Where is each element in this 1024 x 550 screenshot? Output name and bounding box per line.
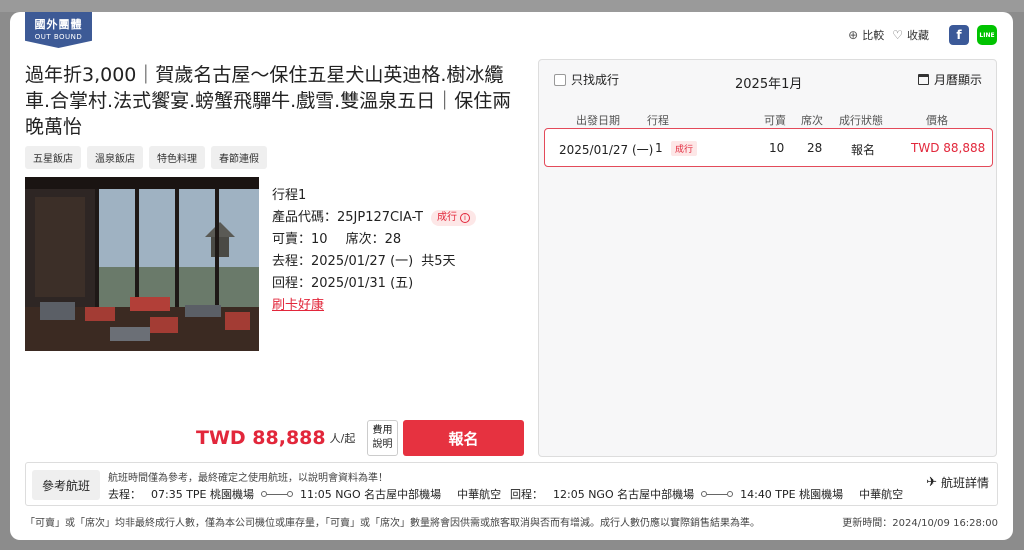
top-actions: ⊕ 比較 ♡ 收藏 f LINE <box>848 25 997 45</box>
seats-value: 28 <box>384 232 402 247</box>
col-date: 出發日期 <box>576 114 620 127</box>
row-signup[interactable]: 報名 <box>851 141 875 158</box>
depart-row: 去程： 2025/01/27 (一) 共5天 <box>272 251 476 273</box>
product-photo <box>25 177 259 351</box>
product-title: 過年折3,000｜賀歲名古屋～保住五星犬山英迪格.樹冰纜車.合掌村.法式饗宴.螃… <box>25 64 512 138</box>
col-itinerary: 行程 <box>647 114 669 127</box>
signup-button[interactable]: 報名 <box>403 420 524 456</box>
availability-row: 可賣： 10 席次： 28 <box>272 229 476 251</box>
table-row[interactable]: 2025/01/27 (一) 1 成行 10 28 報名 TWD 88,888 <box>544 128 993 167</box>
card-promo-link[interactable]: 刷卡好康 <box>272 295 324 317</box>
product-info: 行程1 產品代碼： 25JP127CIA-T 成行 i 可賣： 10 席次： 2… <box>272 185 477 317</box>
flight-detail-button[interactable]: ✈ 航班詳情 <box>926 474 989 491</box>
departure-panel: 只找成行 2025年1月 月曆顯示 出發日期 行程 可賣 席次 成行狀態 價格 … <box>538 59 997 457</box>
status-badge[interactable]: 成行 i <box>431 210 477 226</box>
tag-item: 溫泉飯店 <box>87 146 143 169</box>
tag-item: 五星飯店 <box>25 146 81 169</box>
hotel-lounge-image <box>25 177 259 351</box>
compare-label: 比較 <box>862 29 885 42</box>
outbound-label: 去程： <box>108 488 141 501</box>
status-text: 成行 <box>437 212 458 223</box>
fee-info-label-1: 費用 <box>372 425 393 436</box>
row-available: 10 <box>769 141 785 155</box>
departure-panel-header: 只找成行 2025年1月 月曆顯示 <box>539 60 996 96</box>
favorite-label: 收藏 <box>907 29 929 42</box>
code-row: 產品代碼： 25JP127CIA-T 成行 i <box>272 207 477 229</box>
outbound-badge: 國外團體 OUT BOUND <box>25 12 92 48</box>
row-itinerary: 1 <box>655 141 663 155</box>
fee-info-button[interactable]: 費用 說明 <box>367 420 398 456</box>
row-price: TWD 88,888 <box>911 141 986 155</box>
product-code: 25JP127CIA-T <box>337 210 424 225</box>
only-confirmed-filter[interactable]: 只找成行 <box>554 71 619 88</box>
only-confirmed-label: 只找成行 <box>571 73 620 87</box>
return-label: 回程： <box>510 488 543 501</box>
tag-item: 特色料理 <box>149 146 205 169</box>
flight-detail-label: 航班詳情 <box>940 476 989 490</box>
feature-tags: 五星飯店 溫泉飯店 特色料理 春節連假 <box>25 146 267 169</box>
compare-button[interactable]: ⊕ 比較 <box>848 27 884 43</box>
return-flight: 回程： 12:05 NGO 名古屋中部機場 14:40 TPE 桃園機場 中華航… <box>510 486 903 502</box>
airplane-icon: ✈ <box>926 475 937 490</box>
flight-info: 參考航班 航班時間僅為參考，最終確定之使用航班，以說明會資料為準！ 去程： 07… <box>25 462 998 506</box>
itinerary-label: 行程1 <box>272 188 307 203</box>
flight-note: 航班時間僅為參考，最終確定之使用航班，以說明會資料為準！ <box>108 473 388 484</box>
product-card: 國外團體 OUT BOUND ⊕ 比較 ♡ 收藏 f LINE 過年折3,000… <box>10 12 1013 540</box>
row-seats: 28 <box>807 141 823 155</box>
available-label: 可賣： <box>272 232 312 247</box>
outbound-departure: 07:35 TPE 桃園機場 <box>151 488 254 501</box>
update-time: 更新時間：2024/10/09 16:28:00 <box>842 518 998 529</box>
info-icon: i <box>460 213 471 223</box>
promo-row: 刷卡好康 <box>272 295 476 317</box>
tag-item: 春節連假 <box>211 146 267 169</box>
checkbox[interactable] <box>554 73 566 86</box>
available-value: 10 <box>311 232 328 247</box>
price-amount: TWD 88,888 <box>196 427 326 449</box>
route-connector-icon <box>701 491 734 497</box>
favorite-button[interactable]: ♡ 收藏 <box>892 27 929 43</box>
availability-disclaimer: 「可賣」或「席次」均非最終成行人數，僅為本公司機位或庫存量，「可賣」或「席次」數… <box>25 518 760 529</box>
compare-icon: ⊕ <box>848 28 859 42</box>
return-arrival: 14:40 TPE 桃園機場 <box>740 488 844 501</box>
price-unit: 人/起 <box>329 432 356 445</box>
current-month: 2025年1月 <box>735 77 803 92</box>
itinerary-row: 行程1 <box>272 185 476 207</box>
calendar-icon <box>917 74 929 85</box>
depart-label: 去程： <box>272 254 312 269</box>
return-row: 回程： 2025/01/31 (五) <box>272 273 476 295</box>
calendar-view-button[interactable]: 月曆顯示 <box>917 71 982 88</box>
facebook-share-icon[interactable]: f <box>949 25 969 45</box>
row-status-tag: 成行 <box>671 141 698 156</box>
badge-title: 國外團體 <box>34 18 83 31</box>
col-seats: 席次 <box>801 114 823 127</box>
col-status: 成行狀態 <box>839 114 883 127</box>
price-area: TWD 88,888 人/起 <box>196 427 355 449</box>
col-price: 價格 <box>926 114 948 127</box>
outbound-arrival: 11:05 NGO 名古屋中部機場 <box>300 488 442 501</box>
return-label: 回程： <box>272 276 312 291</box>
duration: 共5天 <box>421 254 456 269</box>
calendar-view-label: 月曆顯示 <box>933 73 982 87</box>
depart-date: 2025/01/27 (一) <box>311 254 414 269</box>
return-airline: 中華航空 <box>859 488 904 501</box>
outbound-flight: 去程： 07:35 TPE 桃園機場 11:05 NGO 名古屋中部機場 中華航… <box>108 486 501 502</box>
code-label: 產品代碼： <box>272 210 338 225</box>
page-background <box>0 0 1024 12</box>
col-available: 可賣 <box>764 114 786 127</box>
heart-icon: ♡ <box>892 28 903 42</box>
badge-subtitle: OUT BOUND <box>34 33 83 41</box>
row-date: 2025/01/27 (一) <box>559 143 654 157</box>
reference-flight-button[interactable]: 參考航班 <box>32 470 100 500</box>
return-departure: 12:05 NGO 名古屋中部機場 <box>553 488 695 501</box>
outbound-airline: 中華航空 <box>457 488 502 501</box>
fee-info-label-2: 說明 <box>372 439 393 450</box>
table-header: 出發日期 行程 可賣 席次 成行狀態 價格 <box>539 112 996 128</box>
seats-label: 席次： <box>345 232 385 247</box>
return-date: 2025/01/31 (五) <box>311 276 414 291</box>
line-share-icon[interactable]: LINE <box>977 25 997 45</box>
route-connector-icon <box>261 491 293 497</box>
